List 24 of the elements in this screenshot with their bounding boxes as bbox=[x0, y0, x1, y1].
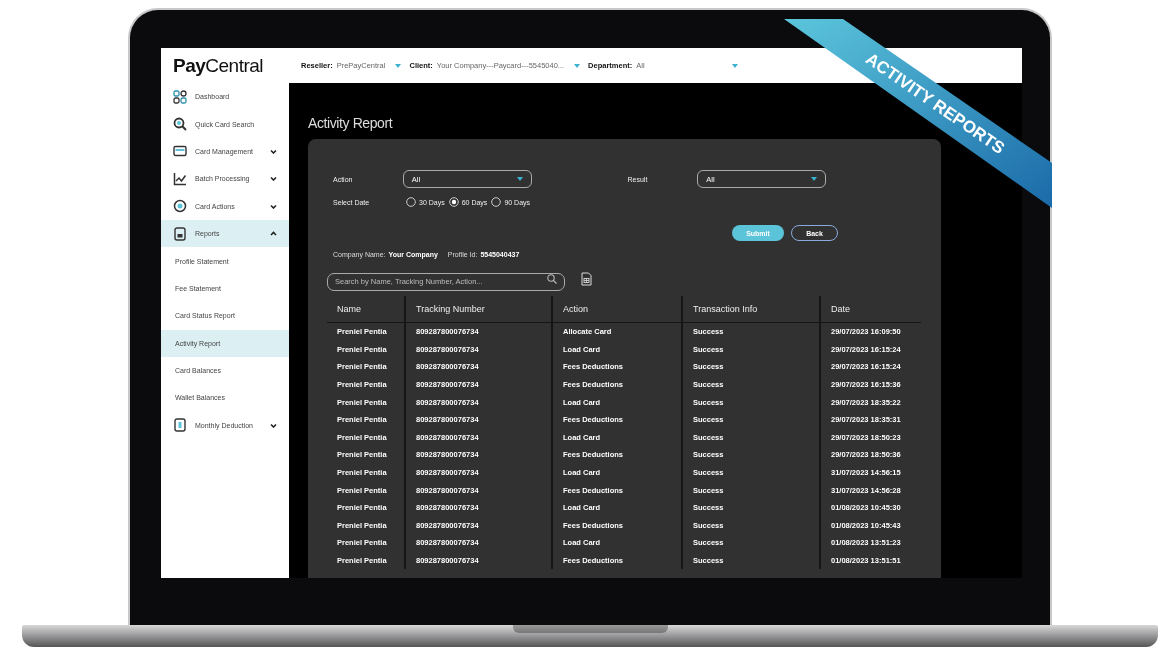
caret-icon bbox=[574, 63, 581, 68]
chevron-icon bbox=[270, 422, 277, 428]
caret-icon bbox=[732, 63, 739, 68]
column-header: Name bbox=[327, 296, 405, 323]
column-header: Tracking Number bbox=[405, 296, 552, 323]
chevron-icon bbox=[270, 176, 277, 182]
line-chart-icon bbox=[173, 171, 187, 186]
caret-icon bbox=[516, 177, 523, 181]
grid-icon bbox=[173, 89, 187, 104]
chevron-icon bbox=[270, 203, 277, 209]
caret-icon bbox=[811, 177, 817, 181]
column-header: Transaction Info bbox=[682, 296, 820, 323]
caret-icon bbox=[395, 63, 402, 68]
column-header: Action bbox=[552, 296, 682, 323]
document-icon bbox=[173, 418, 187, 433]
chevron-icon bbox=[270, 148, 277, 154]
spreadsheet-icon[interactable] bbox=[581, 272, 592, 286]
document-icon bbox=[173, 226, 187, 241]
card-icon bbox=[173, 144, 187, 159]
search-icon bbox=[173, 117, 187, 132]
chevron-icon bbox=[270, 231, 277, 237]
column-header: Date bbox=[820, 296, 921, 323]
search-icon bbox=[547, 274, 557, 284]
logo: PayCentral bbox=[172, 54, 265, 77]
